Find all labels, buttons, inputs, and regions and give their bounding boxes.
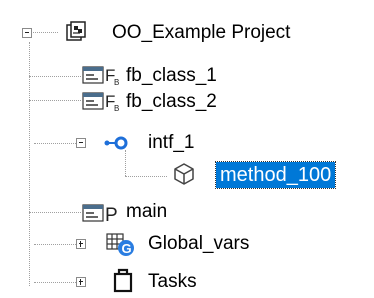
svg-text:P: P [105, 205, 118, 226]
tree-item-fb-class-1[interactable]: fb_class_1 [126, 64, 217, 88]
tree-item-fb-class-2[interactable]: fb_class_2 [126, 90, 217, 114]
tree-item-method-100[interactable]: method_100 [214, 161, 337, 189]
tree-line-intf [125, 150, 126, 176]
method-cube-icon [174, 163, 194, 185]
tree-line-root [29, 42, 30, 286]
tree-line [29, 100, 81, 101]
svg-text:B: B [114, 104, 119, 113]
tasks-icon [113, 268, 133, 293]
function-block-icon: F B [82, 66, 119, 87]
tree-item-global-vars[interactable]: Global_vars [148, 232, 249, 256]
project-icon [66, 21, 86, 41]
tree-item-intf-1[interactable]: intf_1 [148, 131, 194, 155]
intf-collapse-toggle[interactable] [76, 138, 86, 148]
tree-line [28, 32, 58, 33]
global-vars-icon: G [106, 233, 134, 256]
global-vars-expand-toggle[interactable] [76, 239, 86, 249]
root-collapse-toggle[interactable] [22, 28, 32, 38]
program-icon: P [82, 204, 118, 226]
svg-text:B: B [114, 78, 119, 87]
tree-line [29, 212, 81, 213]
tree-line [29, 76, 81, 77]
tasks-expand-toggle[interactable] [76, 277, 86, 287]
tree-item-main[interactable]: main [126, 200, 167, 224]
tree-item-tasks[interactable]: Tasks [148, 270, 197, 294]
tree-line [125, 176, 167, 177]
interface-icon [104, 136, 128, 150]
svg-text:G: G [122, 241, 132, 256]
root-label[interactable]: OO_Example Project [112, 21, 290, 45]
function-block-icon: F B [82, 92, 119, 113]
project-tree: OO_Example Project F B fb_class_1 F B fb… [0, 0, 374, 298]
